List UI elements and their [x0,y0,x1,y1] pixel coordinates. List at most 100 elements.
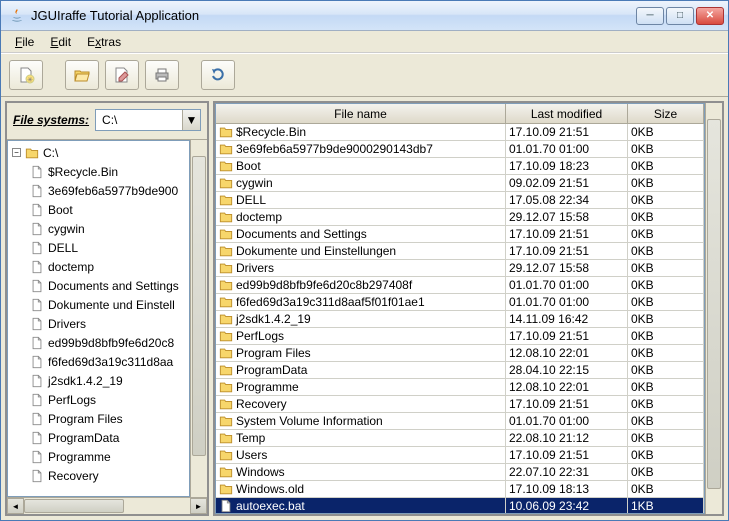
table-row[interactable]: Program Files12.08.10 22:010KB [216,345,704,362]
file-table[interactable]: File name Last modified Size $Recycle.Bi… [215,103,705,514]
cell-filename: Drivers [236,261,274,275]
folder-tree[interactable]: −C:\$Recycle.Bin3e69feb6a5977b9de900Boot… [7,140,190,497]
table-row[interactable]: Windows.old17.10.09 18:130KB [216,481,704,498]
tree-item[interactable]: ed99b9d8bfb9fe6d20c8 [8,333,189,352]
java-icon [9,8,25,24]
file-icon [30,184,44,198]
tree-item[interactable]: Program Files [8,409,189,428]
table-row[interactable]: doctemp 29.12.07 15:580KB [216,209,704,226]
tree-item[interactable]: f6fed69d3a19c311d8aa [8,352,189,371]
tree-item[interactable]: PerfLogs [8,390,189,409]
table-scrollbar-vertical[interactable] [705,103,722,514]
table-row[interactable]: DELL17.05.08 22:340KB [216,192,704,209]
cell-filename: j2sdk1.4.2_19 [236,312,311,326]
tree-item[interactable]: 3e69feb6a5977b9de900 [8,181,189,200]
cell-filename: Windows.old [236,482,304,496]
file-icon [30,374,44,388]
tree-item[interactable]: doctemp [8,257,189,276]
cell-filename: Documents and Settings [236,227,367,241]
table-row[interactable]: Boot17.10.09 18:230KB [216,158,704,175]
cell-modified: 29.12.07 15:58 [506,209,628,225]
tree-item[interactable]: ProgramData [8,428,189,447]
content-area: File systems: C:\ ▼ −C:\$Recycle.Bin3e69… [1,97,728,520]
tree-item[interactable]: Dokumente und Einstell [8,295,189,314]
tree-item[interactable]: Recovery [8,466,189,485]
cell-size: 0KB [628,124,704,140]
table-row[interactable]: ProgramData28.04.10 22:150KB [216,362,704,379]
file-icon [30,355,44,369]
table-row[interactable]: Programme12.08.10 22:010KB [216,379,704,396]
menu-file[interactable]: File [7,33,42,51]
table-row[interactable]: Temp22.08.10 21:120KB [216,430,704,447]
cell-size: 0KB [628,209,704,225]
table-row[interactable]: Windows22.07.10 22:310KB [216,464,704,481]
cell-filename: Program Files [236,346,311,360]
tree-item[interactable]: j2sdk1.4.2_19 [8,371,189,390]
table-row[interactable]: cygwin09.02.09 21:510KB [216,175,704,192]
edit-button[interactable] [105,60,139,90]
folder-icon [219,346,233,360]
cell-modified: 22.07.10 22:31 [506,464,628,480]
cell-size: 0KB [628,158,704,174]
cell-modified: 17.10.09 21:51 [506,447,628,463]
tree-item[interactable]: Boot [8,200,189,219]
tree-item[interactable]: Drivers [8,314,189,333]
folder-icon [219,363,233,377]
tree-item[interactable]: Programme [8,447,189,466]
table-row[interactable]: ed99b9d8bfb9fe6d20c8b297408f01.01.70 01:… [216,277,704,294]
col-modified[interactable]: Last modified [506,104,628,123]
cell-modified: 29.12.07 15:58 [506,260,628,276]
titlebar[interactable]: JGUIraffe Tutorial Application ─ □ ✕ [1,1,728,31]
new-file-button[interactable] [9,60,43,90]
tree-root[interactable]: −C:\ [8,143,189,162]
table-row[interactable]: Drivers29.12.07 15:580KB [216,260,704,277]
tree-item[interactable]: $Recycle.Bin [8,162,189,181]
cell-size: 0KB [628,277,704,293]
cell-size: 0KB [628,328,704,344]
tree-scrollbar-vertical[interactable] [190,140,207,497]
folder-icon [219,244,233,258]
menu-edit[interactable]: Edit [42,33,79,51]
table-row[interactable]: 3e69feb6a5977b9de9000290143db701.01.70 0… [216,141,704,158]
collapse-icon[interactable]: − [12,148,21,157]
table-row[interactable]: Recovery17.10.09 21:510KB [216,396,704,413]
cell-modified: 17.10.09 21:51 [506,243,628,259]
close-button[interactable]: ✕ [696,7,724,25]
file-icon [30,431,44,445]
chevron-down-icon[interactable]: ▼ [182,110,200,130]
tree-scrollbar-horizontal[interactable]: ◄► [7,497,207,514]
filesystems-combo[interactable]: C:\ ▼ [95,109,201,131]
minimize-button[interactable]: ─ [636,7,664,25]
table-row[interactable]: j2sdk1.4.2_1914.11.09 16:420KB [216,311,704,328]
file-icon [30,450,44,464]
table-row[interactable]: f6fed69d3a19c311d8aaf5f01f01ae101.01.70 … [216,294,704,311]
table-header: File name Last modified Size [216,104,704,124]
tree-item[interactable]: cygwin [8,219,189,238]
table-row[interactable]: autoexec.bat10.06.09 23:421KB [216,498,704,513]
table-row[interactable]: Dokumente und Einstellungen17.10.09 21:5… [216,243,704,260]
open-button[interactable] [65,60,99,90]
table-row[interactable]: $Recycle.Bin17.10.09 21:510KB [216,124,704,141]
print-button[interactable] [145,60,179,90]
folder-icon [219,482,233,496]
file-icon [30,260,44,274]
folder-icon [219,176,233,190]
cell-size: 0KB [628,464,704,480]
menu-extras[interactable]: Extras [79,33,129,51]
table-row[interactable]: Documents and Settings17.10.09 21:510KB [216,226,704,243]
refresh-button[interactable] [201,60,235,90]
table-row[interactable]: Users17.10.09 21:510KB [216,447,704,464]
table-row[interactable]: System Volume Information01.01.70 01:000… [216,413,704,430]
maximize-button[interactable]: □ [666,7,694,25]
col-filename[interactable]: File name [216,104,506,123]
cell-filename: doctemp [236,210,282,224]
cell-size: 0KB [628,192,704,208]
cell-modified: 14.11.09 16:42 [506,311,628,327]
table-row[interactable]: PerfLogs17.10.09 21:510KB [216,328,704,345]
tree-item[interactable]: Documents and Settings [8,276,189,295]
folder-icon [219,261,233,275]
col-size[interactable]: Size [628,104,704,123]
tree-item[interactable]: DELL [8,238,189,257]
folder-icon [219,329,233,343]
folder-icon [219,278,233,292]
